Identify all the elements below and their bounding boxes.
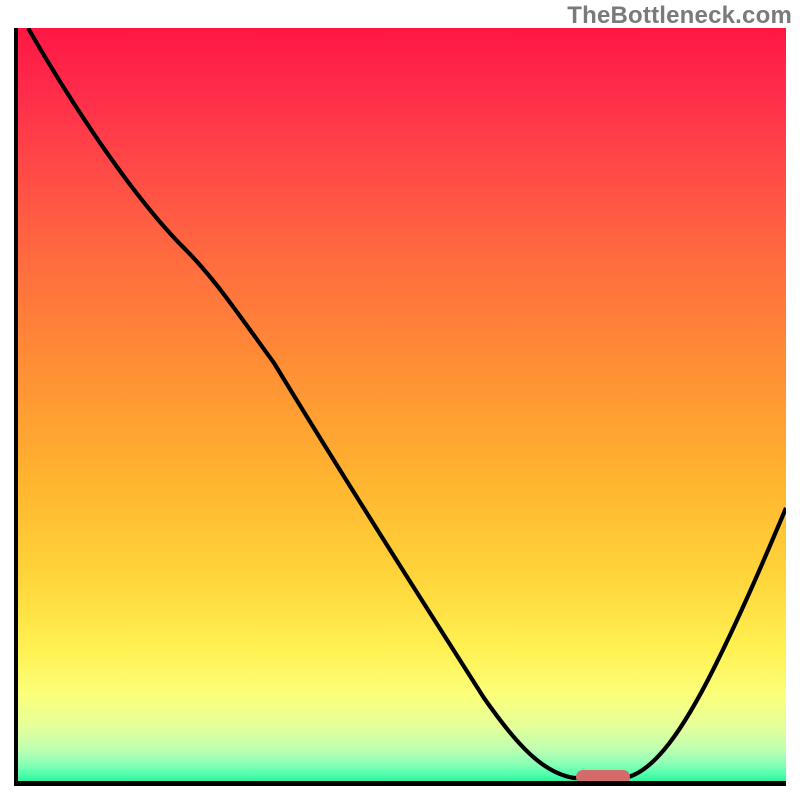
plot-area: [14, 28, 786, 786]
optimal-marker: [576, 770, 630, 784]
bottleneck-curve: [14, 28, 786, 786]
watermark-text: TheBottleneck.com: [567, 2, 792, 30]
chart-container: TheBottleneck.com: [0, 0, 800, 800]
